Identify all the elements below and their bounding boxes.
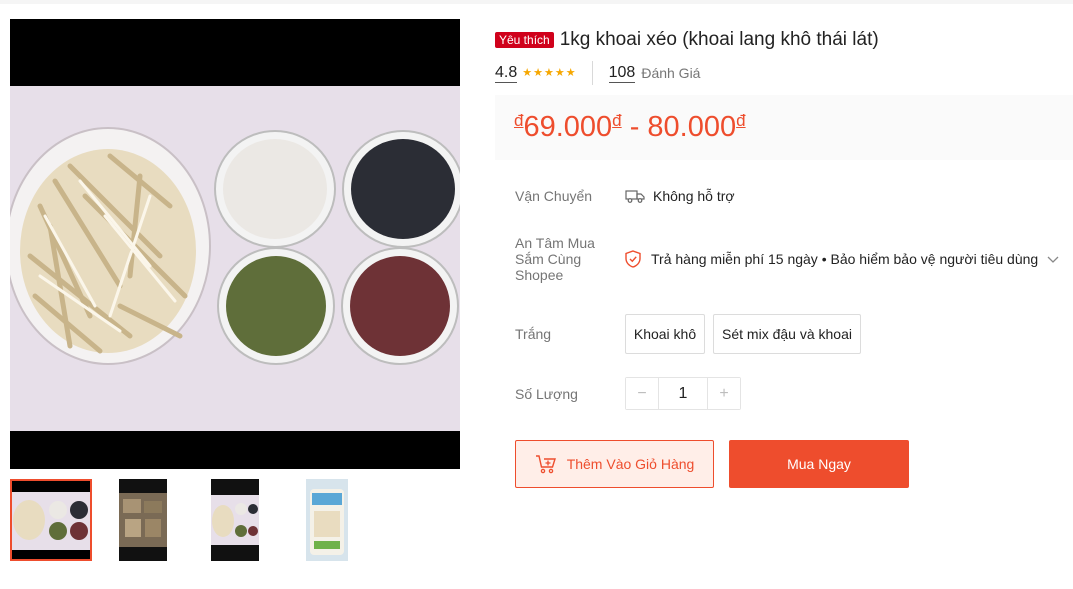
- truck-icon: [625, 190, 645, 203]
- thumbnail-4-image: [306, 479, 348, 561]
- thumbnail-1[interactable]: [10, 479, 92, 561]
- buy-now-button[interactable]: Mua Ngay: [729, 440, 909, 488]
- quantity-stepper: − 1 +: [625, 377, 741, 410]
- shipping-label: Vận Chuyển: [515, 188, 593, 204]
- rating-stars: ★ ★ ★ ★ ★: [522, 67, 575, 79]
- quantity-label: Số Lượng: [515, 386, 578, 402]
- thumbnail-4[interactable]: [290, 479, 372, 561]
- thumbnail-strip: [10, 479, 460, 561]
- guarantee-value: Trả hàng miễn phí 15 ngày • Bảo hiểm bảo…: [651, 251, 1039, 267]
- rating-divider: [591, 61, 593, 85]
- shipping-info: Không hỗ trợ: [625, 186, 735, 206]
- variant-option-set-mix[interactable]: Sét mix đậu và khoai: [713, 314, 861, 354]
- currency-symbol: đ: [736, 111, 746, 130]
- shipping-value: Không hỗ trợ: [653, 188, 735, 204]
- price-range: đ69.000đ - 80.000đ: [514, 111, 746, 144]
- product-photo-illustration: [10, 86, 460, 431]
- currency-symbol: đ: [612, 111, 622, 130]
- guarantee-label-line: Shopee: [515, 267, 564, 283]
- price-high: 80.000: [647, 111, 737, 143]
- product-main-image[interactable]: [10, 19, 460, 469]
- add-to-cart-label: Thêm Vào Giỏ Hàng: [566, 456, 695, 472]
- product-photo: [10, 86, 460, 431]
- star-icon: ★: [554, 67, 565, 79]
- product-title: 1kg khoai xéo (khoai lang khô thái lát): [559, 29, 879, 50]
- favorite-badge: Yêu thích: [495, 32, 554, 48]
- variation-label: Trắng: [515, 326, 552, 342]
- rating-value[interactable]: 4.8: [495, 64, 518, 83]
- star-icon: ★: [522, 67, 533, 79]
- guarantee-label-line: An Tâm Mua: [515, 235, 595, 251]
- review-label: Đánh Giá: [641, 65, 701, 81]
- quantity-decrease-button[interactable]: −: [626, 378, 658, 409]
- variant-option-khoai-kho[interactable]: Khoai khô: [625, 314, 705, 354]
- star-icon: ★: [565, 67, 576, 79]
- guarantee-label: An Tâm Mua Sắm Cùng Shopee: [515, 235, 595, 283]
- review-count[interactable]: 108: [608, 64, 636, 83]
- thumbnail-3[interactable]: [198, 479, 280, 561]
- guarantee-label-line: Sắm Cùng: [515, 251, 582, 267]
- star-icon: ★: [544, 67, 554, 79]
- rating-row: 4.8 ★ ★ ★ ★ ★ 108 Đánh Giá: [495, 61, 701, 85]
- cart-plus-icon: [535, 455, 556, 474]
- product-title-row: Yêu thích 1kg khoai xéo (khoai lang khô …: [495, 28, 1065, 52]
- star-icon: ★: [533, 67, 543, 79]
- price-box: đ69.000đ - 80.000đ: [495, 95, 1073, 160]
- thumbnail-2[interactable]: [106, 479, 188, 561]
- top-border: [0, 0, 1073, 4]
- thumbnail-2-image: [119, 493, 167, 547]
- chevron-down-icon[interactable]: [1046, 254, 1060, 264]
- price-separator: -: [621, 111, 648, 143]
- price-low: 69.000: [523, 111, 613, 143]
- quantity-increase-button[interactable]: +: [708, 378, 740, 409]
- shield-icon: [625, 250, 641, 268]
- add-to-cart-button[interactable]: Thêm Vào Giỏ Hàng: [515, 440, 714, 488]
- guarantee-info[interactable]: Trả hàng miễn phí 15 ngày • Bảo hiểm bảo…: [625, 249, 1060, 269]
- quantity-input[interactable]: 1: [658, 378, 708, 409]
- thumbnail-3-image: [211, 495, 259, 545]
- thumbnail-1-image: [12, 492, 90, 550]
